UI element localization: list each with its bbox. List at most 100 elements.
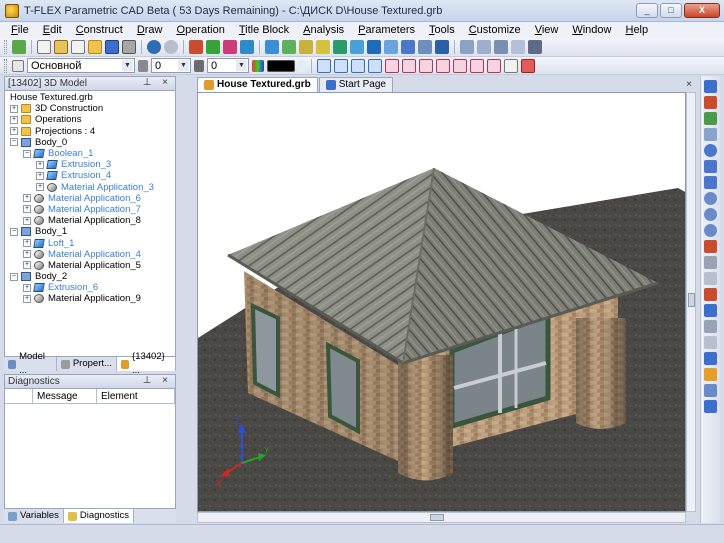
tree-item[interactable]: + Material Application_7: [5, 204, 175, 215]
tree-item[interactable]: +3D Construction: [5, 103, 175, 114]
camera-icon[interactable]: [704, 304, 717, 317]
zoom-in-icon[interactable]: [704, 144, 717, 157]
tab-start-page[interactable]: Start Page: [318, 77, 393, 92]
loft-icon[interactable]: [333, 40, 347, 54]
tree-item[interactable]: + Material Application_9: [5, 293, 175, 304]
tree-item[interactable]: + Projections : 4: [5, 126, 175, 137]
collapse-icon[interactable]: −: [10, 272, 18, 281]
filter-picture-icon[interactable]: [453, 58, 467, 73]
column-status[interactable]: [5, 389, 33, 403]
tree-item[interactable]: − Body_2: [5, 271, 175, 282]
filter-reset-icon[interactable]: [521, 58, 535, 73]
filter-fragment-icon[interactable]: [436, 58, 450, 73]
extrusion-icon[interactable]: [299, 40, 313, 54]
section-view-icon[interactable]: [704, 256, 717, 269]
tree-item[interactable]: − Boolean_1: [5, 148, 175, 159]
color-swatch[interactable]: [267, 59, 295, 72]
workplane-icon[interactable]: [265, 40, 279, 54]
section-icon[interactable]: [477, 40, 491, 54]
copy-icon[interactable]: [418, 40, 432, 54]
menu-construct[interactable]: Construct: [69, 22, 130, 38]
tree-item[interactable]: + Material Application_4: [5, 249, 175, 260]
node-icon[interactable]: [223, 40, 237, 54]
menu-help[interactable]: Help: [618, 22, 655, 38]
expand-icon[interactable]: +: [23, 239, 31, 248]
array-icon[interactable]: [401, 40, 415, 54]
filter-3d-icon[interactable]: [487, 58, 501, 73]
column-message[interactable]: Message: [33, 389, 97, 403]
tree-item[interactable]: + Material Application_3: [5, 182, 175, 193]
pan-icon[interactable]: [704, 208, 717, 221]
vertical-scroll-thumb[interactable]: [688, 293, 695, 307]
minimize-button[interactable]: _: [636, 3, 658, 18]
expand-icon[interactable]: +: [23, 194, 31, 203]
wireframe-icon[interactable]: [704, 336, 717, 349]
menu-edit[interactable]: Edit: [36, 22, 69, 38]
new-file-icon[interactable]: [37, 40, 51, 54]
style-combo[interactable]: Основной ▼: [27, 58, 135, 73]
maximize-button[interactable]: □: [660, 3, 682, 18]
save-icon[interactable]: [105, 40, 119, 54]
texture-icon[interactable]: [704, 368, 717, 381]
tree-item[interactable]: − Body_0: [5, 137, 175, 148]
menu-file[interactable]: File: [4, 22, 36, 38]
expand-icon[interactable]: +: [10, 104, 18, 113]
3d-viewport[interactable]: Z Y X: [197, 92, 686, 512]
tree-item[interactable]: + Material Application_6: [5, 193, 175, 204]
menu-customize[interactable]: Customize: [462, 22, 528, 38]
expand-icon[interactable]: +: [10, 115, 18, 124]
tree-item[interactable]: + Material Application_8: [5, 215, 175, 226]
view-cube-icon[interactable]: [704, 400, 717, 413]
tree-item[interactable]: + Loft_1: [5, 237, 175, 249]
tree-item[interactable]: House Textured.grb: [5, 92, 175, 103]
render-icon[interactable]: [704, 240, 717, 253]
tab-model[interactable]: Model ...: [4, 351, 57, 376]
measure-icon[interactable]: [460, 40, 474, 54]
chevron-down-icon[interactable]: ▼: [122, 60, 133, 71]
toolbar-grip[interactable]: [4, 58, 7, 73]
menu-operation[interactable]: Operation: [170, 22, 232, 38]
tree-item[interactable]: + Operations: [5, 114, 175, 125]
menu-analysis[interactable]: Analysis: [296, 22, 351, 38]
expand-icon[interactable]: +: [36, 160, 44, 169]
profile-icon[interactable]: [282, 40, 296, 54]
light-icon[interactable]: [704, 272, 717, 285]
menu-view[interactable]: View: [528, 22, 566, 38]
info-icon[interactable]: [511, 40, 525, 54]
tab-properties[interactable]: Propert...: [57, 357, 117, 371]
print-icon[interactable]: [122, 40, 136, 54]
close-button[interactable]: X: [684, 3, 720, 18]
zoom-all-icon[interactable]: [704, 176, 717, 189]
variables-icon[interactable]: [494, 40, 508, 54]
menu-draw[interactable]: Draw: [130, 22, 170, 38]
collapse-icon[interactable]: −: [10, 138, 18, 147]
filter-hatch-icon[interactable]: [385, 58, 399, 73]
undo-icon[interactable]: [147, 40, 161, 54]
shadow-icon[interactable]: [704, 320, 717, 333]
column-element[interactable]: Element: [97, 389, 175, 403]
view-select-icon[interactable]: [704, 80, 717, 93]
horizontal-scroll-thumb[interactable]: [430, 514, 444, 521]
new-3d-icon[interactable]: [71, 40, 85, 54]
expand-icon[interactable]: +: [23, 294, 31, 303]
filter-doc-icon[interactable]: [504, 58, 518, 73]
shell-icon[interactable]: [384, 40, 398, 54]
filter-text-icon[interactable]: [402, 58, 416, 73]
expand-icon[interactable]: +: [23, 261, 31, 270]
expand-icon[interactable]: +: [23, 205, 31, 214]
filter-node-icon[interactable]: [334, 58, 348, 73]
projection-icon[interactable]: [704, 384, 717, 397]
rotation-icon[interactable]: [316, 40, 330, 54]
chevron-down-icon[interactable]: [298, 59, 306, 72]
view-spacer-icon[interactable]: [704, 128, 717, 141]
expand-icon[interactable]: +: [23, 250, 31, 259]
redo-icon[interactable]: [164, 40, 178, 54]
collapse-icon[interactable]: −: [23, 149, 31, 158]
collapse-icon[interactable]: −: [10, 227, 18, 236]
tree-item[interactable]: + Extrusion_4: [5, 170, 175, 181]
tab-diagnostics[interactable]: Diagnostics: [63, 509, 135, 523]
options-icon[interactable]: [528, 40, 542, 54]
zoom-window-icon[interactable]: [704, 160, 717, 173]
level-combo[interactable]: 0 ▼: [207, 58, 249, 73]
tab-house-textured[interactable]: House Textured.grb: [197, 77, 318, 92]
